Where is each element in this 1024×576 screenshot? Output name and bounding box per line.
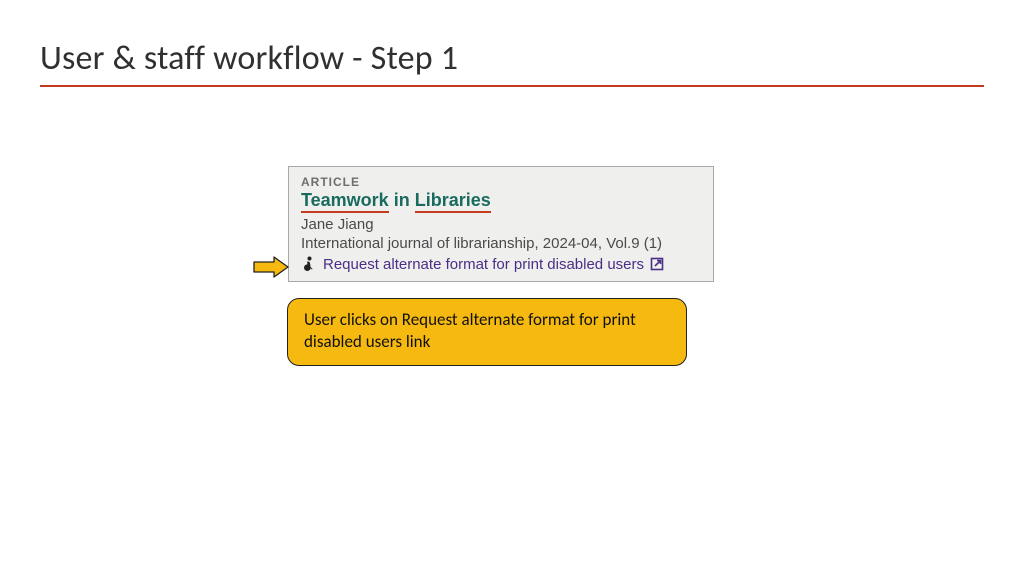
title-word-2: in [394, 190, 410, 210]
instruction-text: User clicks on Request alternate format … [304, 309, 636, 352]
alternate-format-link-text: Request alternate format for print disab… [323, 256, 644, 273]
accessibility-icon [301, 256, 317, 272]
title-keyword-3: Libraries [415, 190, 491, 213]
article-title[interactable]: Teamwork in Libraries [301, 190, 701, 212]
article-source: International journal of librarianship, … [301, 235, 701, 252]
pointer-arrow-icon [252, 256, 290, 278]
external-link-icon [650, 257, 664, 271]
slide-title: User & staff workflow - Step 1 [40, 38, 984, 87]
alternate-format-link[interactable]: Request alternate format for print disab… [301, 256, 701, 273]
result-type-label: ARTICLE [301, 175, 701, 189]
search-result-card: ARTICLE Teamwork in Libraries Jane Jiang… [288, 166, 714, 282]
article-author: Jane Jiang [301, 216, 701, 233]
title-keyword-1: Teamwork [301, 190, 389, 213]
instruction-callout: User clicks on Request alternate format … [287, 298, 687, 366]
title-wrap: User & staff workflow - Step 1 [40, 38, 984, 87]
slide: User & staff workflow - Step 1 ARTICLE T… [0, 0, 1024, 576]
